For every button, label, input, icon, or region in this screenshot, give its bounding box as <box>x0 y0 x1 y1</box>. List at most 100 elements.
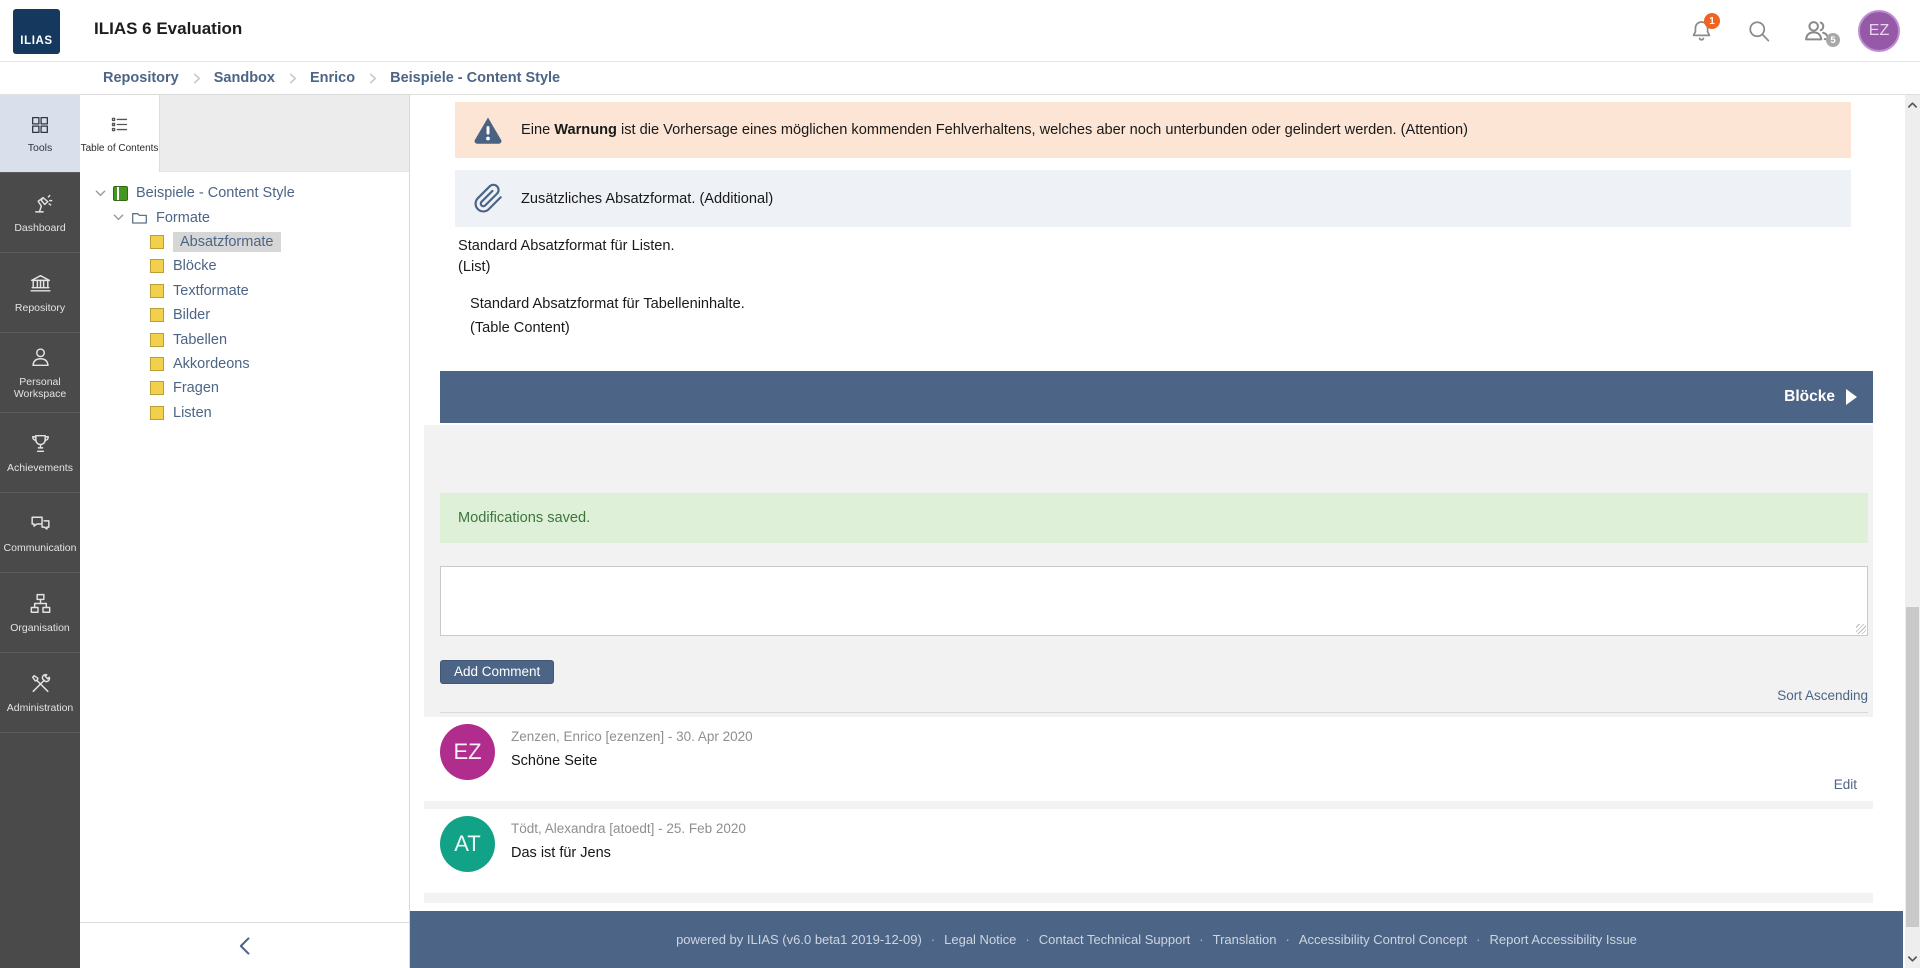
sidebar-divider <box>0 732 80 733</box>
page-icon <box>150 381 164 395</box>
tree-leaf-label-selected: Absatzformate <box>173 232 281 252</box>
tree-node-formate[interactable]: Formate <box>80 205 409 229</box>
tree-leaf-label: Blöcke <box>173 258 217 274</box>
list-format-paragraph: Standard Absatzformat für Listen. (List) <box>458 236 675 278</box>
sidebar-item-organisation[interactable]: Organisation <box>0 572 80 652</box>
page-title: ILIAS 6 Evaluation <box>94 19 242 39</box>
tree-node-root[interactable]: Beispiele - Content Style <box>80 181 409 205</box>
resize-grip[interactable] <box>1856 624 1866 634</box>
chevron-right-icon <box>286 72 299 85</box>
collapse-panel-button[interactable] <box>80 922 409 968</box>
sort-row: Sort Ascending <box>440 687 1868 707</box>
tree-leaf-label: Bilder <box>173 307 210 323</box>
chevron-down-icon <box>94 187 107 200</box>
sidebar-item-label: Organisation <box>10 622 70 634</box>
vertical-scrollbar[interactable] <box>1903 95 1920 968</box>
play-right-icon <box>1846 389 1857 405</box>
chevron-down-icon <box>112 211 125 224</box>
sort-ascending-link[interactable]: Sort Ascending <box>1777 688 1868 703</box>
page-icon <box>150 333 164 347</box>
logo-text: ILIAS <box>20 35 52 47</box>
header-actions: 1 5 EZ <box>1684 0 1900 62</box>
breadcrumb-item-current[interactable]: Beispiele - Content Style <box>390 70 560 86</box>
tree-leaf-label: Listen <box>173 405 212 421</box>
warning-triangle-icon <box>455 114 521 146</box>
online-users-button[interactable]: 5 <box>1800 11 1834 51</box>
additional-text: Zusätzliches Absatzformat. (Additional) <box>521 191 773 207</box>
crossed-tools-icon <box>28 671 53 696</box>
sidebar-item-label: Personal Workspace <box>4 376 76 400</box>
page-icon <box>150 357 164 371</box>
sidebar-item-administration[interactable]: Administration <box>0 652 80 732</box>
tree-leaf-fragen[interactable]: Fragen <box>80 376 409 400</box>
sidebar-item-label: Administration <box>7 702 74 714</box>
scrollbar-thumb[interactable] <box>1906 607 1919 927</box>
sidebar-item-personal-workspace[interactable]: Personal Workspace <box>0 332 80 412</box>
comment-item: AT Tödt, Alexandra [atoedt] - 25. Feb 20… <box>424 809 1873 893</box>
comment-text: Schöne Seite <box>511 753 1857 769</box>
sidebar-item-tools[interactable]: Tools <box>0 95 80 172</box>
org-chart-icon <box>28 591 53 616</box>
comments-divider <box>440 712 1868 713</box>
comment-text: Das ist für Jens <box>511 845 1857 861</box>
edit-comment-link[interactable]: Edit <box>1834 777 1857 792</box>
tree-leaf-listen[interactable]: Listen <box>80 401 409 425</box>
user-avatar[interactable]: EZ <box>1858 10 1900 52</box>
additional-format-box: Zusätzliches Absatzformat. (Additional) <box>455 170 1851 227</box>
next-page-label: Blöcke <box>1784 388 1835 406</box>
paperclip-icon <box>455 183 521 214</box>
tree-leaf-label: Akkordeons <box>173 356 250 372</box>
breadcrumb-item-enrico[interactable]: Enrico <box>310 70 355 86</box>
comment-meta: Zenzen, Enrico [ezenzen] - 30. Apr 2020 <box>511 729 1857 744</box>
next-page-button[interactable]: Blöcke <box>440 371 1873 423</box>
tree-leaf-absatzformate[interactable]: Absatzformate <box>80 230 409 254</box>
sidebar-item-label: Communication <box>4 542 77 554</box>
main-content: Eine Warnung ist die Vorhersage eines mö… <box>410 95 1903 968</box>
comment-input[interactable] <box>440 566 1868 636</box>
tree-leaf-bloecke[interactable]: Blöcke <box>80 254 409 278</box>
tree-node-label: Beispiele - Content Style <box>136 185 295 201</box>
scroll-up-button[interactable] <box>1905 97 1920 113</box>
chevron-right-icon <box>190 72 203 85</box>
tab-label: Table of Contents <box>81 143 159 154</box>
sidebar-item-label: Repository <box>15 302 65 314</box>
sidebar-item-repository[interactable]: Repository <box>0 252 80 332</box>
tree-leaf-tabellen[interactable]: Tabellen <box>80 327 409 351</box>
search-icon <box>1745 17 1773 45</box>
scroll-down-button[interactable] <box>1905 950 1920 966</box>
tree-node-label: Formate <box>156 210 210 226</box>
comment-meta: Tödt, Alexandra [atoedt] - 25. Feb 2020 <box>511 821 1857 836</box>
breadcrumb-item-sandbox[interactable]: Sandbox <box>214 70 275 86</box>
comment-avatar: EZ <box>440 724 495 780</box>
toc-tree: Beispiele - Content Style Formate Absatz… <box>80 181 409 425</box>
add-comment-button[interactable]: Add Comment <box>440 660 554 684</box>
footer-link-translation[interactable]: Translation <box>1213 932 1277 947</box>
footer: powered by ILIAS (v6.0 beta1 2019-12-09)… <box>410 911 1903 968</box>
breadcrumb-item-repository[interactable]: Repository <box>103 70 179 86</box>
footer-link-accessibility-concept[interactable]: Accessibility Control Concept <box>1299 932 1467 947</box>
sidebar-item-dashboard[interactable]: Dashboard <box>0 172 80 252</box>
notifications-button[interactable]: 1 <box>1684 11 1718 51</box>
header: ILIAS ILIAS 6 Evaluation 1 <box>0 0 1920 62</box>
folder-icon <box>131 210 148 225</box>
warning-text: Eine Warnung ist die Vorhersage eines mö… <box>521 122 1468 138</box>
bank-icon <box>28 271 53 296</box>
tree-leaf-textformate[interactable]: Textformate <box>80 279 409 303</box>
tree-leaf-bilder[interactable]: Bilder <box>80 303 409 327</box>
ilias-logo[interactable]: ILIAS <box>13 9 60 54</box>
sidebar-item-label: Achievements <box>7 462 73 474</box>
desk-lamp-icon <box>28 191 53 216</box>
tree-leaf-label: Fragen <box>173 380 219 396</box>
notification-count-badge: 1 <box>1704 13 1720 29</box>
sidebar-item-achievements[interactable]: Achievements <box>0 412 80 492</box>
tree-leaf-label: Tabellen <box>173 332 227 348</box>
learning-module-icon <box>113 186 128 201</box>
tab-table-of-contents[interactable]: Table of Contents <box>80 95 160 172</box>
list-icon <box>109 114 130 135</box>
sidebar-item-communication[interactable]: Communication <box>0 492 80 572</box>
footer-link-legal-notice[interactable]: Legal Notice <box>944 932 1016 947</box>
footer-link-contact-support[interactable]: Contact Technical Support <box>1039 932 1191 947</box>
footer-link-report-accessibility[interactable]: Report Accessibility Issue <box>1490 932 1637 947</box>
tree-leaf-akkordeons[interactable]: Akkordeons <box>80 352 409 376</box>
search-button[interactable] <box>1742 11 1776 51</box>
